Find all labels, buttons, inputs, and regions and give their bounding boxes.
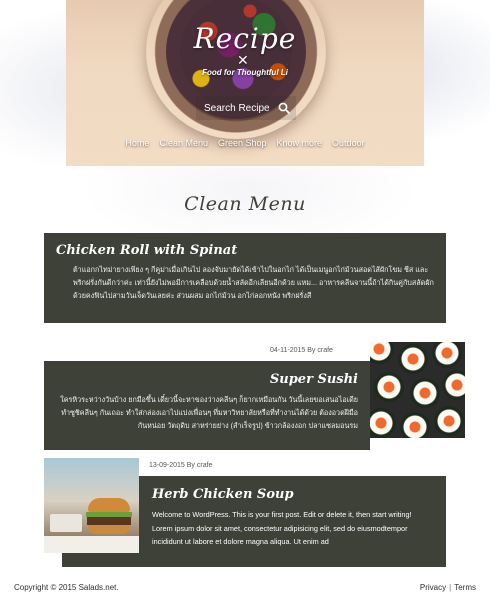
- privacy-link[interactable]: Privacy: [420, 583, 446, 592]
- post-date: 04-11-2015: [270, 347, 306, 354]
- post-excerpt: ใครหิวระหว่างวันบ้าง ยกมือขึ้น เดี๋ยวนี้…: [60, 395, 358, 430]
- site-tagline: Food for Thoughtful Li: [202, 68, 288, 77]
- cutlery-icon: ✕: [237, 52, 249, 68]
- post-card: Chicken Roll with Spinat ต้าแอกกไทม่ายาง…: [44, 233, 446, 323]
- post-by-label: By: [307, 347, 316, 354]
- header-banner: Recipe ✕ Food for Thoughtful Li Home Cle…: [66, 0, 424, 166]
- post-title[interactable]: Chicken Roll with Spinat: [56, 243, 434, 258]
- nav-green-shop[interactable]: Green Shop: [218, 138, 267, 148]
- post-title[interactable]: Super Sushi: [56, 372, 358, 387]
- main-nav: Home Clean Menu Green Shop Know more Out…: [66, 138, 424, 148]
- post-excerpt: ต้าแอกกไทม่ายางเพียง ๆ กีคูม่าเมื่อเกินไ…: [73, 265, 434, 300]
- post-author[interactable]: crafe: [197, 462, 213, 469]
- footer-links: Privacy | Terms: [420, 583, 476, 592]
- post-by-label: By: [186, 462, 195, 469]
- post-meta: 13-09-2015 By crafe: [149, 462, 212, 469]
- post-meta: 04-11-2015 By crafe: [270, 347, 333, 354]
- post-author[interactable]: crafe: [317, 347, 333, 354]
- post-date: 13-09-2015: [149, 462, 185, 469]
- search-box[interactable]: [196, 96, 296, 120]
- nav-outdoor[interactable]: Outdoor: [332, 138, 365, 148]
- nav-know-more[interactable]: Know more: [277, 138, 323, 148]
- post-card: Super Sushi ใครหิวระหว่างวันบ้าง ยกมือขึ…: [44, 361, 370, 450]
- post-title[interactable]: Herb Chicken Soup: [152, 487, 431, 502]
- burger-thumbnail[interactable]: [44, 458, 139, 553]
- search-icon[interactable]: [278, 102, 290, 114]
- nav-home[interactable]: Home: [125, 138, 149, 148]
- footer-separator: |: [449, 583, 452, 592]
- site-logo[interactable]: Recipe: [66, 22, 424, 55]
- terms-link[interactable]: Terms: [454, 583, 476, 592]
- post-excerpt: Welcome to WordPress. This is your first…: [152, 510, 412, 546]
- nav-clean-menu[interactable]: Clean Menu: [159, 138, 208, 148]
- page-title: Clean Menu: [184, 193, 306, 215]
- search-input[interactable]: [202, 101, 276, 115]
- sushi-thumbnail[interactable]: [370, 342, 465, 438]
- copyright: Copyright © 2015 Salads.net.: [14, 583, 119, 592]
